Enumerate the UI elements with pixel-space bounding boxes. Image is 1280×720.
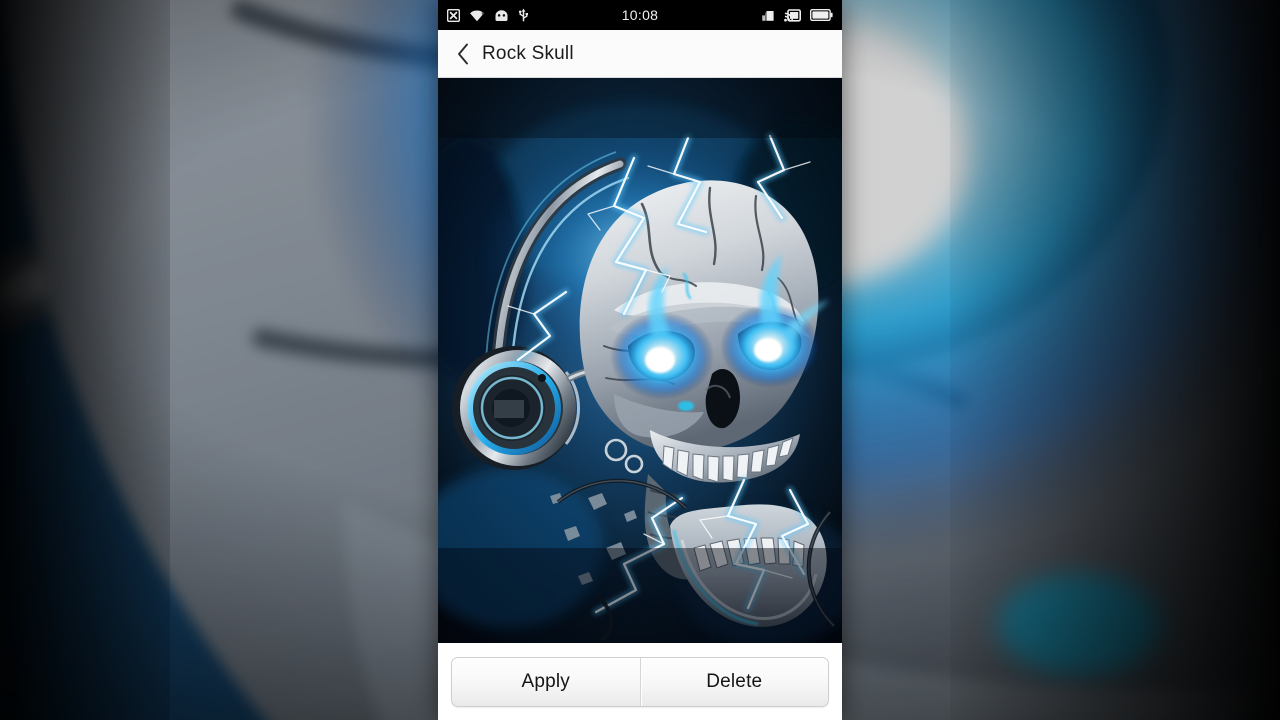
- wifi-icon: [469, 9, 485, 22]
- android-robot-icon: [494, 9, 509, 22]
- cellular-signal-icon: [761, 9, 775, 22]
- action-bar: Apply Delete: [438, 643, 842, 720]
- phone-screen: 10:08 Rock Skull Apply Delete: [438, 0, 842, 720]
- apply-button-label: Apply: [521, 670, 571, 692]
- status-bar-right-icons: [761, 8, 833, 22]
- status-bar: 10:08: [438, 0, 842, 30]
- status-bar-left-icons: [447, 8, 529, 22]
- title-bar: Rock Skull: [438, 30, 842, 78]
- page-title: Rock Skull: [482, 42, 574, 64]
- wallpaper-artwork: [438, 78, 842, 643]
- battery-icon: [810, 9, 833, 21]
- usb-icon: [518, 8, 529, 22]
- delete-button-label: Delete: [706, 670, 763, 692]
- no-sim-icon: [447, 8, 460, 22]
- chevron-left-icon: [457, 43, 468, 64]
- wallpaper-preview[interactable]: [438, 78, 842, 643]
- delete-button[interactable]: Delete: [639, 657, 828, 706]
- apply-button[interactable]: Apply: [452, 657, 640, 706]
- cast-icon: [784, 8, 801, 22]
- screen-recording-frame: 10:08 Rock Skull Apply Delete: [0, 0, 1280, 720]
- back-button[interactable]: [450, 39, 476, 69]
- action-button-group: Apply Delete: [451, 656, 829, 707]
